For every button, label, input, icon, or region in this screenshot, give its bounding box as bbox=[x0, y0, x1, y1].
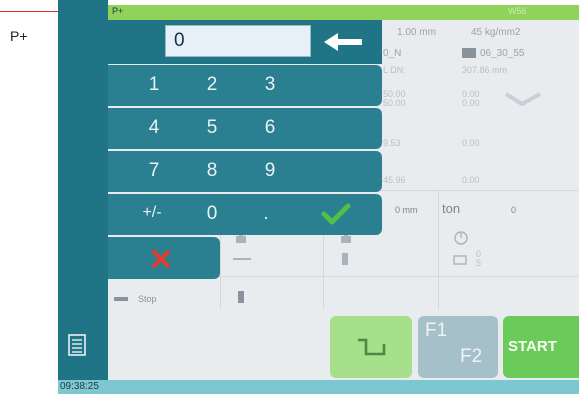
part-code: 06_30_55 bbox=[480, 48, 525, 59]
finger-icon bbox=[238, 291, 244, 303]
timer-icon bbox=[454, 231, 468, 245]
bend-icon bbox=[358, 338, 386, 356]
menu-icon[interactable] bbox=[68, 334, 86, 356]
program-indicator: P+ bbox=[112, 6, 124, 16]
cancel-button[interactable] bbox=[108, 237, 220, 279]
value-3a: 9.53 bbox=[383, 138, 401, 148]
backspace-icon[interactable] bbox=[318, 28, 370, 56]
keypad-row-4: +/- 0 . bbox=[108, 194, 382, 235]
key-plus-minus[interactable]: +/- bbox=[128, 204, 176, 222]
value-3b: 0.00 bbox=[462, 138, 480, 148]
strength-value: 45 kg/mm2 bbox=[471, 27, 521, 38]
counter-icon bbox=[453, 255, 467, 265]
f2-label: F2 bbox=[460, 346, 483, 367]
bend-mode-button[interactable] bbox=[330, 316, 412, 378]
bend-shape-icon bbox=[504, 92, 541, 107]
value-4b: 0.00 bbox=[462, 175, 480, 185]
position-value: 0 mm bbox=[395, 205, 418, 215]
annotation-label: P+ bbox=[10, 28, 28, 44]
count-b: 5 bbox=[476, 258, 482, 268]
keypad-row-2: 4 5 6 bbox=[108, 108, 382, 149]
gauge-icon bbox=[233, 258, 251, 260]
value-2b: 0.00 bbox=[462, 98, 480, 108]
thickness-value: 1.00 mm bbox=[397, 27, 436, 38]
key-1[interactable]: 1 bbox=[134, 74, 174, 96]
ton-label: ton bbox=[442, 201, 461, 216]
check-icon[interactable] bbox=[321, 203, 351, 225]
value-1b: 50.00 bbox=[383, 98, 406, 108]
key-decimal[interactable]: . bbox=[246, 203, 286, 225]
key-0[interactable]: 0 bbox=[192, 203, 232, 225]
keypad-row-3: 7 8 9 bbox=[108, 151, 382, 192]
key-4[interactable]: 4 bbox=[134, 117, 174, 139]
number-input[interactable]: 0 bbox=[165, 25, 311, 57]
part-icon bbox=[462, 48, 476, 58]
key-3[interactable]: 3 bbox=[250, 74, 290, 96]
length-value: 307.86 mm bbox=[462, 65, 508, 75]
keypad-row-1: 1 2 3 bbox=[108, 65, 382, 106]
key-6[interactable]: 6 bbox=[250, 117, 290, 139]
key-5[interactable]: 5 bbox=[192, 117, 232, 139]
clamp-icon bbox=[342, 253, 348, 265]
key-8[interactable]: 8 bbox=[192, 160, 232, 182]
key-7[interactable]: 7 bbox=[134, 160, 174, 182]
key-9[interactable]: 9 bbox=[250, 160, 290, 182]
status-bar bbox=[58, 380, 579, 394]
stop-label: Stop bbox=[138, 294, 157, 304]
mode-indicator: W56 bbox=[508, 6, 527, 16]
divider bbox=[438, 190, 439, 310]
cancel-icon bbox=[152, 250, 170, 268]
divider bbox=[323, 230, 324, 310]
l-dn-label: L DN: bbox=[383, 65, 406, 75]
value-4a: 45.96 bbox=[383, 175, 406, 185]
f1-label: F1 bbox=[425, 320, 448, 341]
status-time: 09:38:25 bbox=[60, 381, 99, 392]
ton-value: 0 bbox=[511, 205, 517, 215]
divider bbox=[220, 230, 221, 310]
start-label: START bbox=[508, 338, 557, 355]
program-name: 0_N bbox=[383, 48, 402, 59]
key-2[interactable]: 2 bbox=[192, 74, 232, 96]
stop-icon bbox=[114, 297, 128, 301]
